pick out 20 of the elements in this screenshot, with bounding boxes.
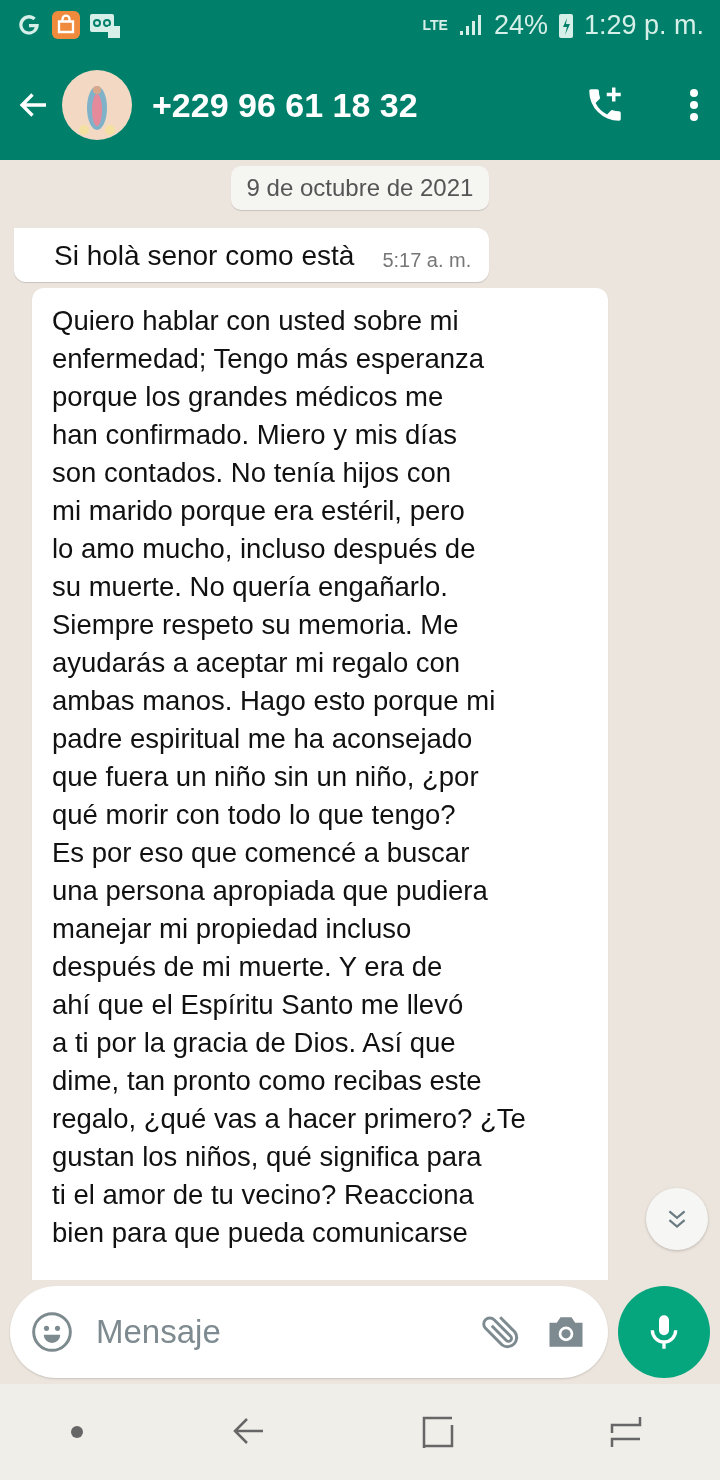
shopping-bag-icon (52, 11, 80, 39)
battery-percent: 24% (493, 9, 548, 41)
message-text: Quiero hablar con usted sobre mi enfermedad; Tengo más esperanza porque los grandes médicos me han confirmado. Miero y mis días son contados. No tenía hijos con mi marido porque era estéril, pero lo amo mucho, incluso después de su muerte. No quería engañarlo. Siempre respeto su memoria. Me ayudarás a aceptar mi regalo con ambas manos. Hago esto porque mi padre espiritual me ha aconsejado que fuera un niño sin un niño, ¿por qué morir con todo lo que tengo? Es por eso que comencé a buscar una persona apropiada que pudiera manejar mi propiedad incluso después de mi muerte. Y era de ahí que el Espíritu Santo me llevó a ti por la gracia de Dios. Así que dime, tan pronto como recibas este regalo, ¿qué vas a hacer primero? ¿Te gustan los niños, qué significa para ti el amor de tu vecino? Reacciona bien para que pueda comunicarse (52, 304, 527, 1250)
message-time: 5:17 a. m. (382, 249, 472, 272)
scroll-down-button[interactable] (646, 1188, 708, 1250)
square-icon (421, 1415, 455, 1449)
google-icon (16, 12, 42, 38)
recents-icon (609, 1415, 643, 1449)
message-text: Si holà senor como està (54, 240, 355, 272)
date-chip: 9 de octubre de 2021 (230, 166, 490, 210)
more-icon (688, 87, 700, 123)
avatar[interactable] (62, 70, 132, 140)
dot-icon (71, 1426, 83, 1438)
voicemail-icon (90, 12, 120, 38)
clock: 1:29 p. m. (583, 9, 704, 41)
message-field[interactable]: Mensaje (10, 1286, 608, 1378)
emoji-icon[interactable] (30, 1310, 74, 1354)
battery-charging-icon (557, 11, 574, 39)
network-type: LTE (422, 17, 448, 33)
signal-icon (457, 13, 484, 37)
